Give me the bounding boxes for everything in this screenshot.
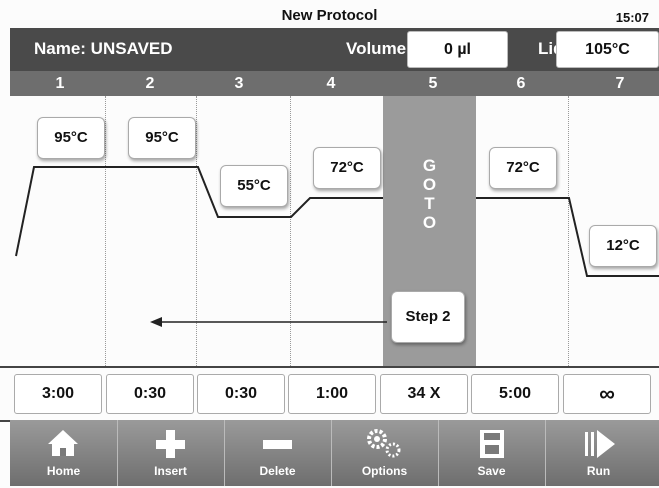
title-bar: New Protocol 15:07 [0, 0, 659, 28]
save-label: Save [477, 464, 506, 478]
delete-label: Delete [259, 464, 296, 478]
options-button[interactable]: Options [331, 420, 439, 486]
step-number[interactable]: 5 [388, 71, 478, 96]
step-temp[interactable]: 95°C [128, 117, 196, 159]
home-icon [48, 430, 78, 456]
goto-target-button[interactable]: Step 2 [391, 291, 465, 343]
step-duration[interactable]: ∞ [563, 374, 651, 414]
insert-label: Insert [154, 464, 187, 478]
bottom-toolbar: Home Insert Delete Options Save Run [10, 420, 659, 486]
step-duration[interactable]: 0:30 [197, 374, 285, 414]
step-number-header: 1 2 3 4 5 6 7 [10, 71, 659, 96]
clock: 15:07 [615, 10, 649, 25]
minus-icon [263, 440, 292, 449]
step-temp[interactable]: 72°C [313, 147, 381, 189]
save-button[interactable]: Save [438, 420, 546, 486]
step-temp[interactable]: 55°C [220, 165, 288, 207]
protocol-name[interactable]: Name: UNSAVED [34, 39, 173, 59]
step-duration[interactable]: 5:00 [471, 374, 559, 414]
save-icon [480, 430, 504, 458]
goto-repeat-count[interactable]: 34 X [380, 374, 468, 414]
lid-temp-field[interactable]: 105°C [556, 31, 659, 68]
step-number[interactable]: 6 [476, 71, 566, 96]
delete-button[interactable]: Delete [224, 420, 332, 486]
step-temp[interactable]: 12°C [589, 225, 657, 267]
options-label: Options [361, 464, 408, 478]
run-label: Run [586, 464, 611, 478]
step-temp[interactable]: 72°C [489, 147, 557, 189]
gears-icon [367, 429, 401, 458]
insert-button[interactable]: Insert [117, 420, 225, 486]
step-number[interactable]: 4 [286, 71, 376, 96]
protocol-info-bar: Name: UNSAVED Volume 0 µl Lid 105°C [10, 28, 659, 71]
home-button[interactable]: Home [10, 420, 118, 486]
step-number[interactable]: 3 [194, 71, 284, 96]
run-icon [585, 430, 615, 458]
step-duration[interactable]: 0:30 [106, 374, 194, 414]
goto-arrowhead [150, 317, 162, 327]
step-temp[interactable]: 95°C [37, 117, 105, 159]
plus-icon [156, 430, 185, 458]
step-number[interactable]: 7 [575, 71, 659, 96]
step-duration[interactable]: 1:00 [288, 374, 376, 414]
volume-label: Volume [346, 39, 407, 58]
home-label: Home [46, 464, 81, 478]
step-number[interactable]: 2 [105, 71, 195, 96]
page-title: New Protocol [281, 7, 378, 24]
step-number[interactable]: 1 [15, 71, 105, 96]
run-button[interactable]: Run [545, 420, 652, 486]
volume-field[interactable]: 0 µl [407, 31, 508, 68]
step-duration[interactable]: 3:00 [14, 374, 102, 414]
duration-row: 3:00 0:30 0:30 1:00 34 X 5:00 ∞ [0, 366, 659, 422]
